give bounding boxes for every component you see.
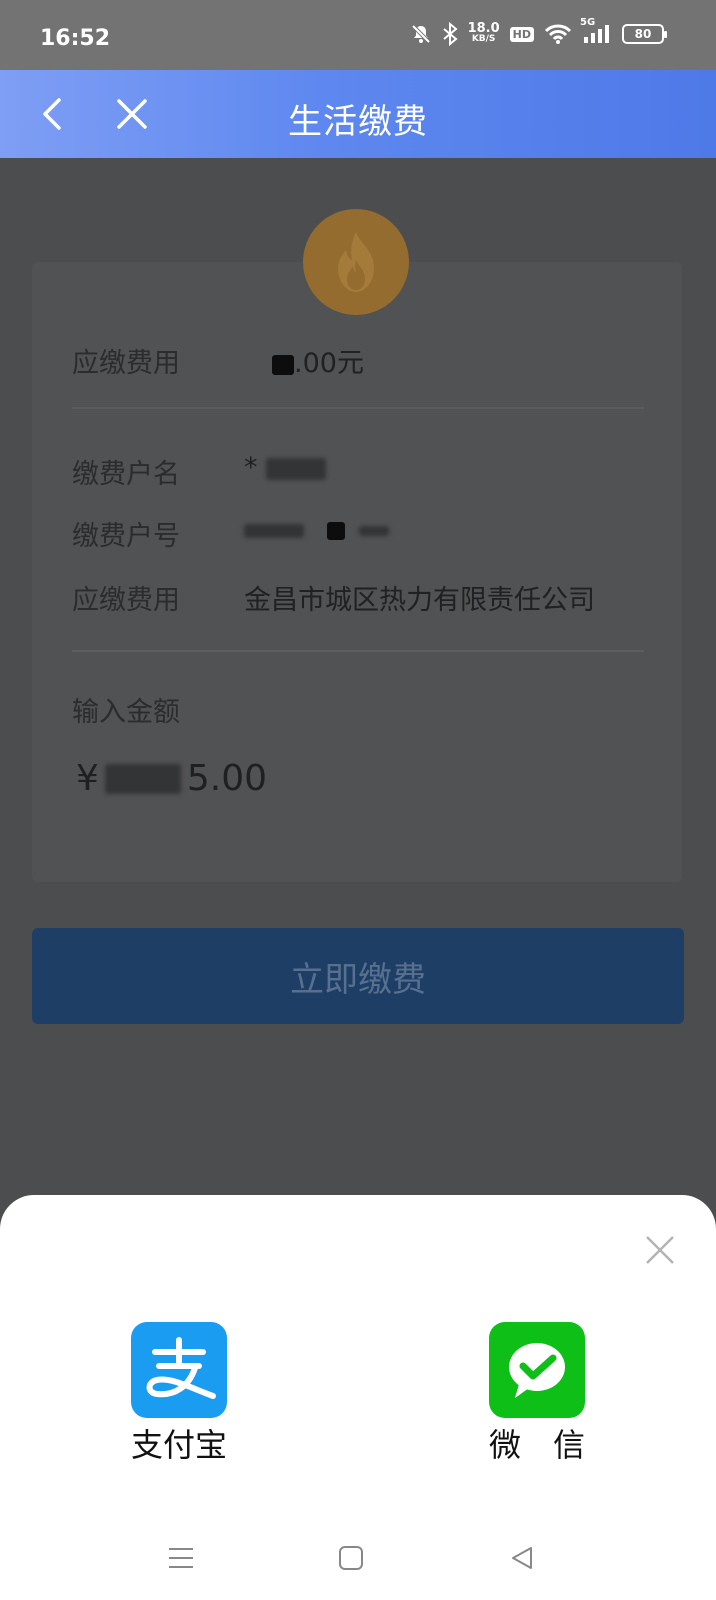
page-title: 生活缴费: [288, 102, 428, 142]
redacted-block: [104, 763, 181, 794]
status-bar: 16:52 18.0 KB/S HD 5G 80: [0, 0, 716, 70]
status-time: 16:52: [40, 26, 111, 51]
wechat-label: 微 信: [488, 1426, 585, 1464]
speed-unit: KB/S: [471, 34, 496, 44]
heating-flame-badge: [303, 209, 409, 315]
wifi-icon: [544, 23, 572, 45]
currency-symbol: ¥: [76, 758, 99, 799]
battery-icon: 80: [622, 24, 667, 44]
divider: [72, 650, 644, 652]
home-square-icon: [339, 1546, 363, 1570]
account-name-value: *: [244, 452, 327, 483]
cellular-signal-icon: 5G: [580, 17, 612, 45]
mute-bell-icon: [410, 23, 432, 45]
pay-now-button[interactable]: 立即缴费: [32, 928, 684, 1024]
wechat-icon: [489, 1322, 585, 1418]
account-name-prefix: *: [244, 452, 258, 483]
amount-input[interactable]: ¥ 5.00: [76, 758, 267, 799]
amount-suffix: 5.00: [186, 758, 268, 799]
company-value: 金昌市城区热力有限责任公司: [244, 585, 595, 616]
flame-icon: [338, 232, 374, 292]
hd-badge: HD: [509, 26, 534, 42]
back-nav-button[interactable]: [502, 1538, 542, 1578]
account-number-value: [244, 514, 390, 545]
redacted-block: [272, 354, 294, 375]
due-amount-value: .00元: [272, 341, 364, 380]
menu-icon: [169, 1548, 193, 1568]
alipay-label: 支付宝: [130, 1426, 227, 1464]
network-speed: 18.0 KB/S: [467, 21, 500, 44]
system-nav-bar: [0, 1530, 716, 1590]
alipay-icon: [131, 1322, 227, 1418]
triangle-back-icon: [512, 1547, 532, 1569]
due-amount-suffix: .00元: [294, 348, 364, 379]
input-amount-label: 输入金额: [72, 697, 180, 728]
divider: [72, 407, 644, 409]
redacted-block: [326, 521, 345, 540]
bluetooth-icon: [442, 22, 458, 46]
speed-value: 18.0: [467, 21, 500, 36]
redacted-block: [359, 525, 390, 536]
menu-nav-button[interactable]: [161, 1538, 201, 1578]
close-icon: [646, 1236, 674, 1264]
account-number-label: 缴费户号: [72, 521, 180, 552]
alipay-option[interactable]: 支付宝: [104, 1322, 254, 1466]
sheet-close-button[interactable]: [640, 1230, 680, 1270]
redacted-block: [244, 523, 304, 538]
account-name-label: 缴费户名: [72, 459, 180, 490]
title-bar: 生活缴费: [0, 70, 716, 158]
redacted-block: [266, 457, 327, 480]
company-label: 应缴费用: [72, 585, 180, 616]
status-icons: 18.0 KB/S HD 5G 80: [410, 17, 667, 46]
wechat-pay-option[interactable]: 微 信: [462, 1322, 612, 1466]
payment-method-sheet: 支付宝 微 信: [0, 1195, 716, 1600]
due-amount-label: 应缴费用: [72, 348, 180, 379]
network-type-label: 5G: [580, 17, 596, 28]
home-nav-button[interactable]: [331, 1538, 371, 1578]
